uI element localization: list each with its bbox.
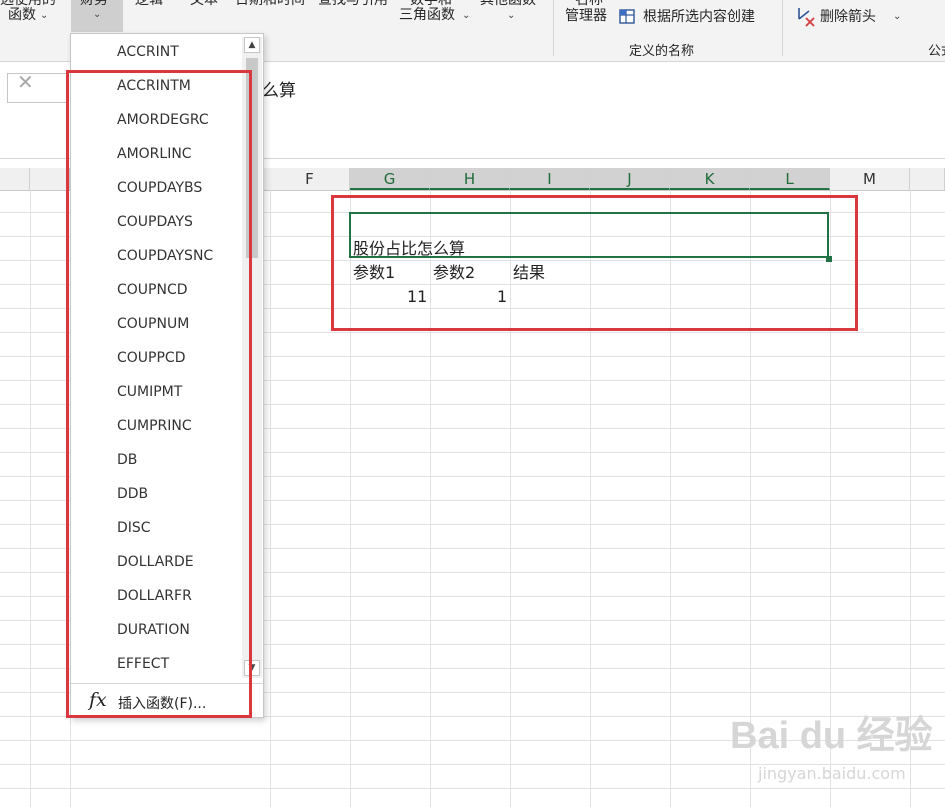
chevron-down-icon: ⌄ bbox=[93, 9, 102, 20]
column-header-j[interactable]: J bbox=[590, 168, 670, 190]
ribbon-function-category-3[interactable]: 文本 bbox=[190, 0, 218, 8]
column-header-g[interactable]: G bbox=[350, 168, 430, 190]
column-header-partial[interactable] bbox=[0, 168, 30, 190]
remove-arrows-icon bbox=[798, 8, 815, 27]
ribbon-function-category-8[interactable]: 名称 bbox=[575, 0, 603, 8]
chevron-down-icon: ⌄ bbox=[462, 10, 471, 21]
watermark-logo: Bai du 经验 bbox=[730, 715, 933, 757]
grid-row-line bbox=[0, 788, 945, 789]
create-from-selection-button[interactable]: 根据所选内容创建 bbox=[643, 9, 755, 25]
column-header-k[interactable]: K bbox=[670, 168, 750, 190]
formula-auditing-group-label: 公式 bbox=[928, 44, 945, 59]
highlight-box-cells bbox=[331, 195, 858, 331]
grid-column-line bbox=[30, 190, 31, 807]
column-header-partial[interactable] bbox=[30, 168, 70, 190]
chevron-down-icon: ⌄ bbox=[40, 10, 49, 21]
watermark-url: jingyan.baidu.com bbox=[758, 764, 906, 783]
formula-bar-content[interactable]: 么算 bbox=[262, 76, 296, 101]
group-separator bbox=[782, 0, 783, 56]
chevron-down-icon: ⌄ bbox=[893, 11, 902, 22]
column-header-i[interactable]: I bbox=[510, 168, 590, 190]
ribbon-function-category-7[interactable]: 其他函数 bbox=[480, 0, 536, 8]
scroll-up-arrow-icon[interactable]: ▲ bbox=[244, 37, 260, 53]
highlight-box-function-list bbox=[66, 70, 252, 718]
ribbon-function-category-5[interactable]: 查找与引用 bbox=[318, 0, 388, 8]
grid-column-line bbox=[270, 190, 271, 807]
ribbon-function-category-1[interactable]: 财务 bbox=[80, 0, 108, 8]
column-header-l[interactable]: L bbox=[750, 168, 830, 190]
column-header-partial[interactable] bbox=[910, 168, 945, 190]
function-item[interactable]: ACCRINT bbox=[117, 44, 179, 60]
math-trig-button[interactable]: 三角函数 bbox=[399, 7, 455, 23]
recently-used-functions-button[interactable]: 函数 bbox=[8, 7, 36, 23]
chevron-down-icon: ⌄ bbox=[507, 10, 516, 21]
ribbon-function-category-2[interactable]: 逻辑 bbox=[135, 0, 163, 8]
ribbon-function-category-4[interactable]: 日期和时间 bbox=[235, 0, 305, 8]
column-header-m[interactable]: M bbox=[830, 168, 910, 190]
column-header-h[interactable]: H bbox=[430, 168, 510, 190]
cancel-icon[interactable]: ✕ bbox=[17, 72, 34, 92]
column-header-f[interactable]: F bbox=[270, 168, 350, 190]
defined-names-group-label: 定义的名称 bbox=[629, 44, 695, 59]
name-manager-button[interactable]: 管理器 bbox=[565, 8, 607, 24]
remove-arrows-button[interactable]: 删除箭头 bbox=[820, 9, 876, 25]
group-separator bbox=[553, 0, 554, 56]
name-box[interactable] bbox=[7, 73, 67, 103]
create-from-selection-icon bbox=[619, 9, 635, 24]
